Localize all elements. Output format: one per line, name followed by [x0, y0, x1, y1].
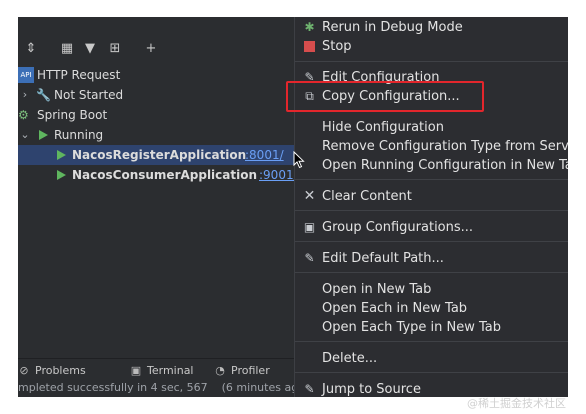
tree-label: HTTP Request	[37, 68, 121, 82]
menu-label: Group Configurations...	[322, 220, 474, 235]
menu-item-edit-default-path[interactable]: ✎ Edit Default Path...	[295, 249, 568, 268]
problems-icon: ⊘	[19, 364, 29, 377]
tree-item-running[interactable]: ⌄ Running	[18, 125, 294, 145]
tree-item-not-started[interactable]: › 🔧 Not Started	[18, 85, 294, 105]
mouse-cursor-icon	[293, 151, 305, 169]
run-icon	[57, 150, 66, 160]
menu-label: Open in New Tab	[322, 282, 432, 297]
menu-item-stop[interactable]: Stop	[295, 37, 568, 56]
tab-terminal[interactable]: ▣ Terminal	[130, 363, 194, 379]
pencil-icon: ✎	[304, 382, 315, 396]
menu-label: Rerun in Debug Mode	[322, 20, 463, 35]
tab-problems[interactable]: ⊘ Problems	[18, 363, 86, 379]
menu-label: Remove Configuration Type from Servi	[322, 139, 568, 154]
api-icon: API	[18, 67, 34, 83]
app-port-link[interactable]: :8001/	[245, 145, 284, 165]
pencil-icon: ✎	[304, 251, 315, 265]
new-tab-icon[interactable]: ⊞	[106, 40, 124, 58]
add-icon[interactable]: +	[142, 40, 160, 58]
menu-label: Delete...	[322, 351, 378, 366]
menu-label: Jump to Source	[322, 382, 421, 397]
tree-label: Not Started	[54, 88, 124, 102]
tab-profiler[interactable]: ◔ Profiler	[214, 363, 270, 379]
menu-label: Clear Content	[322, 189, 412, 204]
menu-label: Open Each Type in New Tab	[322, 320, 502, 335]
tab-label: Terminal	[147, 364, 194, 377]
menu-label: Open Running Configuration in New Ta	[322, 158, 568, 173]
menu-item-open-running-config[interactable]: Open Running Configuration in New Ta	[295, 156, 568, 175]
menu-item-open-in-new-tab[interactable]: Open in New Tab	[295, 280, 568, 299]
menu-label: Edit Default Path...	[322, 251, 444, 266]
menu-separator	[295, 272, 568, 273]
ide-window: ⇕ ▦ ▼ ⊞ + API HTTP Request › 🔧 Not Start…	[18, 17, 568, 397]
run-icon	[39, 130, 48, 140]
app-name: NacosConsumerApplication	[72, 168, 258, 182]
run-icon	[57, 170, 66, 180]
terminal-icon: ▣	[130, 364, 142, 377]
status-text: mpleted successfully in 4 sec, 567	[18, 381, 208, 394]
menu-item-delete[interactable]: Delete...	[295, 349, 568, 368]
menu-item-remove-configuration-type[interactable]: Remove Configuration Type from Servi	[295, 137, 568, 156]
watermark: @稀土掘金技术社区	[467, 397, 566, 410]
tree-label: Running	[54, 128, 104, 142]
menu-separator	[295, 372, 568, 373]
spring-boot-icon: ⚙	[18, 108, 29, 122]
menu-label: Stop	[322, 39, 352, 54]
tree-item-app-consumer[interactable]: NacosConsumerApplication :9001/	[18, 165, 298, 185]
chevron-right-icon[interactable]: ›	[19, 85, 31, 105]
filter-icon[interactable]: ▼	[81, 40, 99, 58]
menu-item-hide-configuration[interactable]: Hide Configuration	[295, 118, 568, 137]
menu-item-clear-content[interactable]: ✕ Clear Content	[295, 187, 568, 206]
close-icon: ✕	[303, 188, 316, 204]
collapse-icon[interactable]: ⇕	[22, 40, 40, 58]
status-message: mpleted successfully in 4 sec, 567 (6 mi…	[18, 381, 309, 394]
tree-item-app-register[interactable]: NacosRegisterApplication :8001/	[18, 145, 294, 165]
menu-item-open-each-in-new-tab[interactable]: Open Each in New Tab	[295, 299, 568, 318]
menu-separator	[295, 241, 568, 242]
group-icon: ▣	[303, 220, 316, 234]
menu-label: Open Each in New Tab	[322, 301, 468, 316]
tree-item-http-request[interactable]: API HTTP Request	[18, 65, 294, 85]
profiler-icon: ◔	[215, 364, 225, 377]
app-name: NacosRegisterApplication	[72, 148, 247, 162]
wrench-icon: 🔧	[36, 88, 51, 102]
stop-icon	[302, 39, 317, 54]
tree-label: Spring Boot	[37, 108, 108, 122]
menu-label: Hide Configuration	[322, 120, 444, 135]
debug-bug-icon: ✱	[304, 20, 315, 34]
chevron-down-icon[interactable]: ⌄	[19, 125, 31, 145]
tree-item-spring-boot[interactable]: ⚙ Spring Boot	[18, 105, 294, 125]
menu-item-open-each-type[interactable]: Open Each Type in New Tab	[295, 318, 568, 337]
menu-separator	[295, 179, 568, 180]
menu-item-group-configurations[interactable]: ▣ Group Configurations...	[295, 218, 568, 237]
menu-separator	[295, 210, 568, 211]
group-icon[interactable]: ▦	[58, 40, 76, 58]
context-menu: ✱ Rerun in Debug Mode Stop ✎ Edit Config…	[294, 17, 568, 397]
menu-separator	[295, 61, 568, 62]
services-toolbar: ⇕ ▦ ▼ ⊞ +	[18, 37, 294, 61]
services-panel: ⇕ ▦ ▼ ⊞ + API HTTP Request › 🔧 Not Start…	[18, 17, 309, 397]
menu-item-rerun-debug[interactable]: ✱ Rerun in Debug Mode	[295, 18, 568, 37]
highlight-annotation	[286, 81, 484, 112]
tab-label: Profiler	[231, 364, 270, 377]
menu-separator	[295, 341, 568, 342]
tab-label: Problems	[35, 364, 86, 377]
status-bar: ⊘ Problems ▣ Terminal ◔ Profiler mpleted su…	[18, 358, 309, 397]
app-port-link[interactable]: :9001/	[259, 165, 298, 185]
